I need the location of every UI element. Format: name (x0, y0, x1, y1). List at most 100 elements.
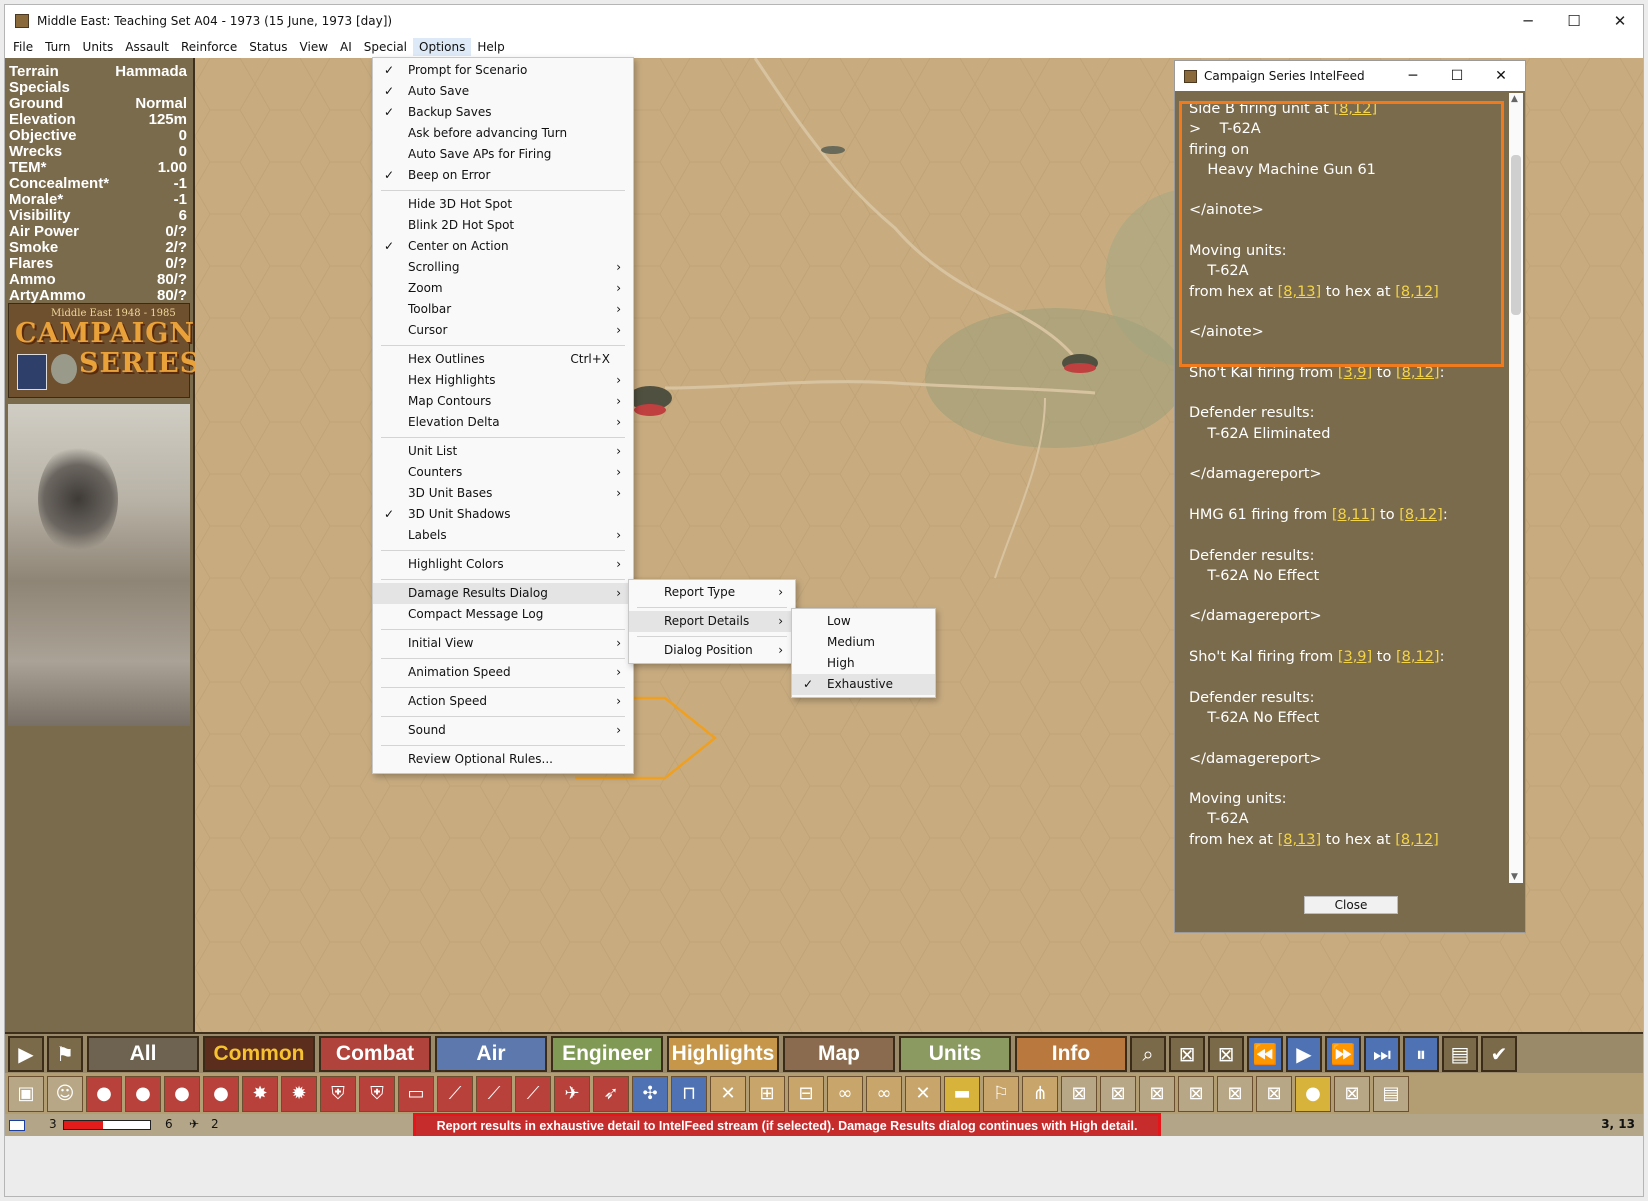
play-icon[interactable]: ▶ (1286, 1035, 1322, 1072)
grenade-alt-icon[interactable]: ● (164, 1075, 200, 1112)
magnifier-icon[interactable]: ⌕ (1130, 1035, 1166, 1072)
menu-item-initial-view[interactable]: Initial View › (373, 633, 633, 654)
tab-common[interactable]: Common (203, 1035, 315, 1072)
tab-combat[interactable]: Combat (319, 1035, 431, 1072)
menu-options[interactable]: Options (413, 38, 472, 56)
load-icon[interactable]: ⊞ (749, 1075, 785, 1112)
map-icon[interactable]: ▣ (8, 1075, 44, 1112)
binoculars-alt-icon[interactable]: ∞ (866, 1075, 902, 1112)
explosion-icon[interactable]: ✸ (242, 1075, 278, 1112)
maximize-icon[interactable]: ☐ (1435, 61, 1479, 91)
menu-item-backup-saves[interactable]: ✓ Backup Saves (373, 102, 633, 123)
scroll-thumb[interactable] (1511, 155, 1521, 315)
grenade-icon[interactable]: ● (86, 1075, 122, 1112)
report-icon[interactable]: ▤ (1373, 1075, 1409, 1112)
menu-special[interactable]: Special (358, 38, 413, 56)
menu-item-beep-on-error[interactable]: ✓ Beep on Error (373, 165, 633, 186)
air-strike-icon[interactable]: ✈ (554, 1075, 590, 1112)
unit-group-icon[interactable]: ● (1295, 1075, 1331, 1112)
hex-link[interactable]: [3,9] (1338, 365, 1372, 381)
shield-icon[interactable]: ⛨ (359, 1075, 395, 1112)
starburst-icon[interactable]: ✹ (281, 1075, 317, 1112)
running-man-icon[interactable]: ⚑ (47, 1035, 83, 1072)
menu-item-exhaustive[interactable]: ✓ Exhaustive (792, 674, 935, 695)
formation-icon[interactable]: ⋔ (1022, 1075, 1058, 1112)
rewind-icon[interactable]: ⏪ (1247, 1035, 1283, 1072)
menu-item-ask-before-advancing-turn[interactable]: Ask before advancing Turn (373, 123, 633, 144)
truck-icon[interactable]: ▬ (944, 1075, 980, 1112)
intelfeed-scrollbar[interactable]: ▲ ▼ (1509, 93, 1523, 883)
hex-link[interactable]: [8,11] (1332, 507, 1376, 523)
hex-link[interactable]: [8,12] (1396, 365, 1440, 381)
menu-item-hide-3d-hot-spot[interactable]: Hide 3D Hot Spot (373, 194, 633, 215)
hex-link[interactable]: [8,12] (1396, 649, 1440, 665)
menu-ai[interactable]: AI (334, 38, 358, 56)
flag-icon[interactable]: ⚐ (983, 1075, 1019, 1112)
menu-reinforce[interactable]: Reinforce (175, 38, 243, 56)
menu-item-sound[interactable]: Sound › (373, 720, 633, 741)
walk-icon[interactable]: ☺ (47, 1075, 83, 1112)
menu-item-elevation-delta[interactable]: Elevation Delta › (373, 412, 633, 433)
hex-arrow-icon[interactable]: ⊠ (1217, 1075, 1253, 1112)
tab-map[interactable]: Map (783, 1035, 895, 1072)
hex-info-icon[interactable]: ⊠ (1334, 1075, 1370, 1112)
menu-item-compact-message-log[interactable]: Compact Message Log (373, 604, 633, 625)
fast-forward-icon[interactable]: ⏩ (1325, 1035, 1361, 1072)
pause-icon[interactable]: ⏸ (1403, 1035, 1439, 1072)
menu-item-cursor[interactable]: Cursor › (373, 320, 633, 341)
bridge-icon[interactable]: ⊓ (671, 1075, 707, 1112)
menu-item-toolbar[interactable]: Toolbar › (373, 299, 633, 320)
menu-units[interactable]: Units (77, 38, 120, 56)
menu-item-report-type[interactable]: Report Type › (629, 582, 795, 603)
menu-item-blink-2d-hot-spot[interactable]: Blink 2D Hot Spot (373, 215, 633, 236)
play-turn-icon[interactable]: ▶ (8, 1035, 44, 1072)
menu-assault[interactable]: Assault (119, 38, 175, 56)
shield-plus-icon[interactable]: ⛨ (320, 1075, 356, 1112)
menu-item-hex-highlights[interactable]: Hex Highlights › (373, 370, 633, 391)
tab-info[interactable]: Info (1015, 1035, 1127, 1072)
vehicle-icon[interactable]: ▭ (398, 1075, 434, 1112)
skip-end-icon[interactable]: ⏭ (1364, 1035, 1400, 1072)
hex-arrow-alt-icon[interactable]: ⊠ (1256, 1075, 1292, 1112)
minimize-icon[interactable]: ─ (1391, 61, 1435, 91)
hex-cross-plus-icon[interactable]: ⊠ (1100, 1075, 1136, 1112)
wrench-icon[interactable]: ✕ (905, 1075, 941, 1112)
menu-item-zoom[interactable]: Zoom › (373, 278, 633, 299)
tab-air[interactable]: Air (435, 1035, 547, 1072)
hex-select-icon[interactable]: ⊠ (1169, 1035, 1205, 1072)
hex-select-all-icon[interactable]: ⊠ (1208, 1035, 1244, 1072)
menu-status[interactable]: Status (243, 38, 293, 56)
menu-item-unit-list[interactable]: Unit List › (373, 441, 633, 462)
menu-item-auto-save[interactable]: ✓ Auto Save (373, 81, 633, 102)
hex-link[interactable]: [8,12] (1399, 507, 1443, 523)
scroll-down-icon[interactable]: ▼ (1511, 872, 1518, 882)
menu-turn[interactable]: Turn (39, 38, 76, 56)
menu-item-review-optional-rules[interactable]: Review Optional Rules... (373, 749, 633, 770)
menu-item-center-on-action[interactable]: ✓ Center on Action (373, 236, 633, 257)
unload-icon[interactable]: ⊟ (788, 1075, 824, 1112)
hex-flag-icon[interactable]: ⊠ (1139, 1075, 1175, 1112)
binoculars-icon[interactable]: ∞ (827, 1075, 863, 1112)
menu-file[interactable]: File (7, 38, 39, 56)
tab-all[interactable]: All (87, 1035, 199, 1072)
menu-help[interactable]: Help (471, 38, 510, 56)
menu-item-damage-results-dialog[interactable]: Damage Results Dialog › (373, 583, 633, 604)
checkmark-icon[interactable]: ✔ (1481, 1035, 1517, 1072)
artillery-icon[interactable]: ⟋ (437, 1075, 473, 1112)
hex-link[interactable]: [3,9] (1338, 649, 1372, 665)
tab-units[interactable]: Units (899, 1035, 1011, 1072)
hex-cross-icon[interactable]: ⊠ (1061, 1075, 1097, 1112)
menu-item-highlight-colors[interactable]: Highlight Colors › (373, 554, 633, 575)
smoke-icon[interactable]: ● (203, 1075, 239, 1112)
menu-item-scrolling[interactable]: Scrolling › (373, 257, 633, 278)
minimize-button[interactable]: ─ (1505, 5, 1551, 37)
menu-item-labels[interactable]: Labels › (373, 525, 633, 546)
tab-highlights[interactable]: Highlights (667, 1035, 779, 1072)
tab-engineer[interactable]: Engineer (551, 1035, 663, 1072)
menu-view[interactable]: View (294, 38, 334, 56)
close-icon[interactable]: ✕ (1479, 61, 1523, 91)
menu-item-medium[interactable]: Medium (792, 632, 935, 653)
helicopter-icon[interactable]: ✣ (632, 1075, 668, 1112)
direct-fire-icon[interactable]: ⟋ (476, 1075, 512, 1112)
grenade-multi-icon[interactable]: ● (125, 1075, 161, 1112)
